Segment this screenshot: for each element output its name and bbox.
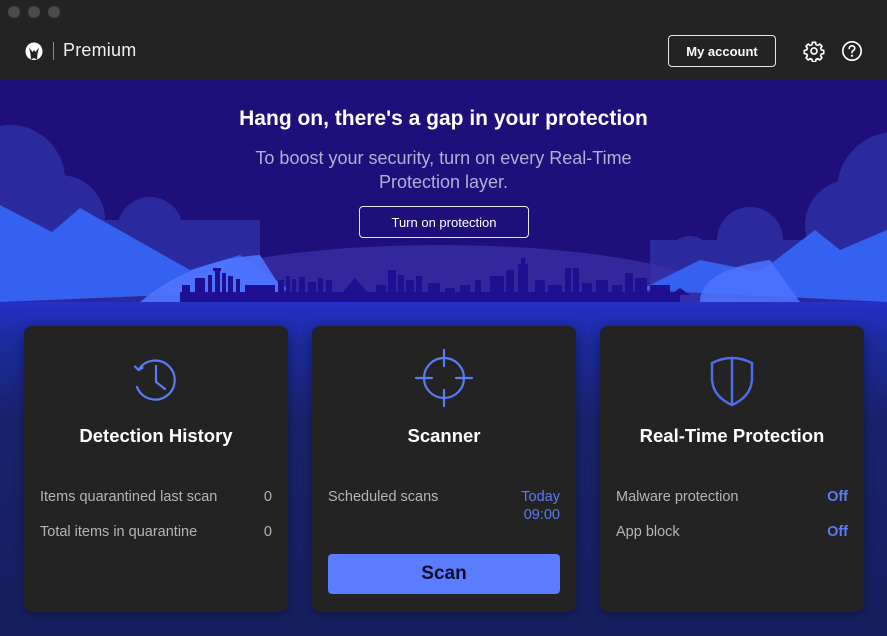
row-label: Items quarantined last scan	[40, 489, 218, 505]
malware-protection-row: Malware protection Off	[616, 489, 848, 505]
scanner-card[interactable]: Scanner Scheduled scans Today 09:00 Scan	[312, 326, 576, 612]
help-icon[interactable]	[841, 40, 863, 62]
window-close-button[interactable]	[8, 6, 20, 18]
alert-subtitle: To boost your security, turn on every Re…	[255, 148, 632, 192]
malware-protection-status[interactable]: Off	[827, 489, 848, 505]
row-value: 0	[263, 489, 272, 505]
window-controls	[8, 6, 60, 18]
brand: Premium	[24, 40, 136, 61]
shield-icon	[710, 356, 754, 407]
turn-on-protection-button[interactable]: Turn on protection	[359, 206, 529, 238]
scheduled-time: 09:00	[523, 507, 560, 523]
app-block-status[interactable]: Off	[827, 524, 848, 540]
gear-icon[interactable]	[803, 40, 825, 62]
detection-row-total: Total items in quarantine 0	[40, 524, 272, 540]
detection-row-last-scan: Items quarantined last scan 0	[40, 489, 272, 505]
row-label: App block	[616, 524, 680, 540]
app-block-row: App block Off	[616, 524, 848, 540]
scan-button[interactable]: Scan	[328, 554, 560, 594]
scheduled-day: Today	[521, 489, 560, 505]
row-label: Malware protection	[616, 489, 739, 505]
scheduled-scans-row: Scheduled scans Today 09:00	[328, 489, 560, 523]
row-label: Total items in quarantine	[40, 524, 198, 540]
scanner-title: Scanner	[407, 425, 481, 446]
title-bar: Premium My account	[0, 0, 887, 80]
crosshair-icon	[414, 348, 474, 408]
malwarebytes-logo-icon	[25, 42, 43, 60]
alert-title: Hang on, there's a gap in your protectio…	[239, 107, 648, 130]
protection-alert-banner: Hang on, there's a gap in your protectio…	[0, 80, 887, 302]
brand-divider	[53, 41, 54, 60]
clock-history-icon	[133, 359, 176, 401]
window-zoom-button[interactable]	[48, 6, 60, 18]
product-name: Premium	[63, 40, 137, 60]
row-label: Scheduled scans	[328, 489, 439, 505]
detection-history-title: Detection History	[79, 425, 233, 446]
my-account-button[interactable]: My account	[668, 35, 776, 67]
scheduled-scan-time[interactable]: Today 09:00	[521, 489, 560, 523]
real-time-protection-title: Real-Time Protection	[639, 425, 825, 446]
detection-history-card[interactable]: Detection History Items quarantined last…	[24, 326, 288, 612]
window-minimize-button[interactable]	[28, 6, 40, 18]
real-time-protection-card[interactable]: Real-Time Protection Malware protection …	[600, 326, 864, 612]
row-value: 0	[263, 524, 272, 540]
